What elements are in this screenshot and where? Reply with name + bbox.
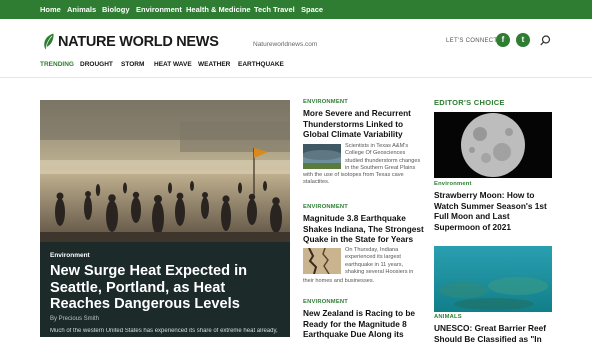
trending-label: TRENDING: [40, 61, 74, 68]
nav-biology[interactable]: Biology: [102, 5, 130, 14]
site-header: NATURE WORLD NEWS Natureworldnews.com LE…: [0, 19, 592, 59]
hero-category[interactable]: Environment: [50, 252, 90, 259]
article-summary: Scientists in Texas A&M's College Of Geo…: [345, 143, 425, 172]
hero-caption-box: Environment New Surge Heat Expected in S…: [40, 242, 290, 337]
article-summary: On Thursday, Indiana experienced its lar…: [345, 247, 425, 276]
article-headline[interactable]: More Severe and Recurrent Thunderstorms …: [303, 108, 421, 140]
nav-tech-travel[interactable]: Tech Travel: [254, 5, 295, 14]
storm-thumbnail[interactable]: [303, 144, 341, 169]
connect-label: LET'S CONNECT: [446, 38, 498, 44]
facebook-icon[interactable]: f: [496, 33, 510, 47]
editors-article-category[interactable]: Environment: [434, 181, 472, 187]
top-nav: Home Animals Biology Environment Health …: [0, 0, 592, 19]
summary-line: their homes and businesses.: [303, 278, 375, 284]
trending-weather[interactable]: WEATHER: [198, 61, 230, 68]
header-divider: [0, 77, 592, 78]
summary-line: experienced its largest: [345, 254, 401, 261]
article-summary-tail: with the use of isotopes from Texas cave…: [303, 172, 425, 187]
site-domain: Natureworldnews.com: [253, 41, 318, 48]
article-headline[interactable]: New Zealand is Racing to be Ready for th…: [303, 308, 425, 340]
summary-line: Scientists in Texas A&M's: [345, 143, 409, 149]
trending-heat-wave[interactable]: HEAT WAVE: [154, 61, 192, 68]
leaf-icon[interactable]: [43, 33, 55, 50]
summary-line: On Thursday, Indiana: [345, 247, 399, 253]
summary-line: shaking several Hoosiers in: [345, 268, 414, 275]
reef-thumbnail[interactable]: [434, 246, 552, 312]
hero-headline[interactable]: New Surge Heat Expected in Seattle, Port…: [50, 263, 286, 313]
editors-article-headline[interactable]: Strawberry Moon: How to Watch Summer Sea…: [434, 190, 556, 232]
article-category[interactable]: ENVIRONMENT: [303, 299, 348, 305]
article-summary-tail: their homes and businesses.: [303, 278, 425, 285]
site-logo[interactable]: NATURE WORLD NEWS: [58, 34, 219, 50]
nav-health-medicine[interactable]: Health & Medicine: [186, 5, 251, 14]
article-category[interactable]: ENVIRONMENT: [303, 204, 348, 210]
editors-article-headline[interactable]: UNESCO: Great Barrier Reef Should Be Cla…: [434, 323, 556, 344]
trending-storm[interactable]: STORM: [121, 61, 144, 68]
hero-excerpt: Much of the western United States has ex…: [50, 328, 278, 334]
article-headline[interactable]: Magnitude 3.8 Earthquake Shakes Indiana,…: [303, 213, 425, 245]
trending-drought[interactable]: DROUGHT: [80, 61, 113, 68]
editors-article-category[interactable]: ANIMALS: [434, 314, 462, 320]
nav-home[interactable]: Home: [40, 5, 61, 14]
hero-image[interactable]: [40, 100, 290, 242]
trending-bar: TRENDING DROUGHT STORM HEAT WAVE WEATHER…: [0, 59, 592, 74]
moon-thumbnail[interactable]: [434, 112, 552, 178]
search-icon[interactable]: [540, 35, 551, 46]
article-category[interactable]: ENVIRONMENT: [303, 99, 348, 105]
editors-choice-title: EDITOR'S CHOICE: [434, 98, 505, 107]
summary-line: College Of Geosciences: [345, 150, 406, 157]
summary-line: with the use of isotopes from Texas cave: [303, 172, 404, 178]
trending-earthquake[interactable]: EARTHQUAKE: [238, 61, 284, 68]
summary-line: earthquake in 11 years,: [345, 261, 404, 268]
nav-animals[interactable]: Animals: [67, 5, 96, 14]
twitter-icon[interactable]: t: [516, 33, 530, 47]
summary-line: stalactites.: [303, 179, 330, 186]
earthquake-thumbnail[interactable]: [303, 248, 341, 274]
hero-article[interactable]: Environment New Surge Heat Expected in S…: [40, 100, 290, 337]
summary-line: studied thunderstorm changes: [345, 157, 421, 164]
nav-environment[interactable]: Environment: [136, 5, 182, 14]
nav-space[interactable]: Space: [301, 5, 323, 14]
hero-byline: By Precious Smith: [50, 316, 100, 322]
